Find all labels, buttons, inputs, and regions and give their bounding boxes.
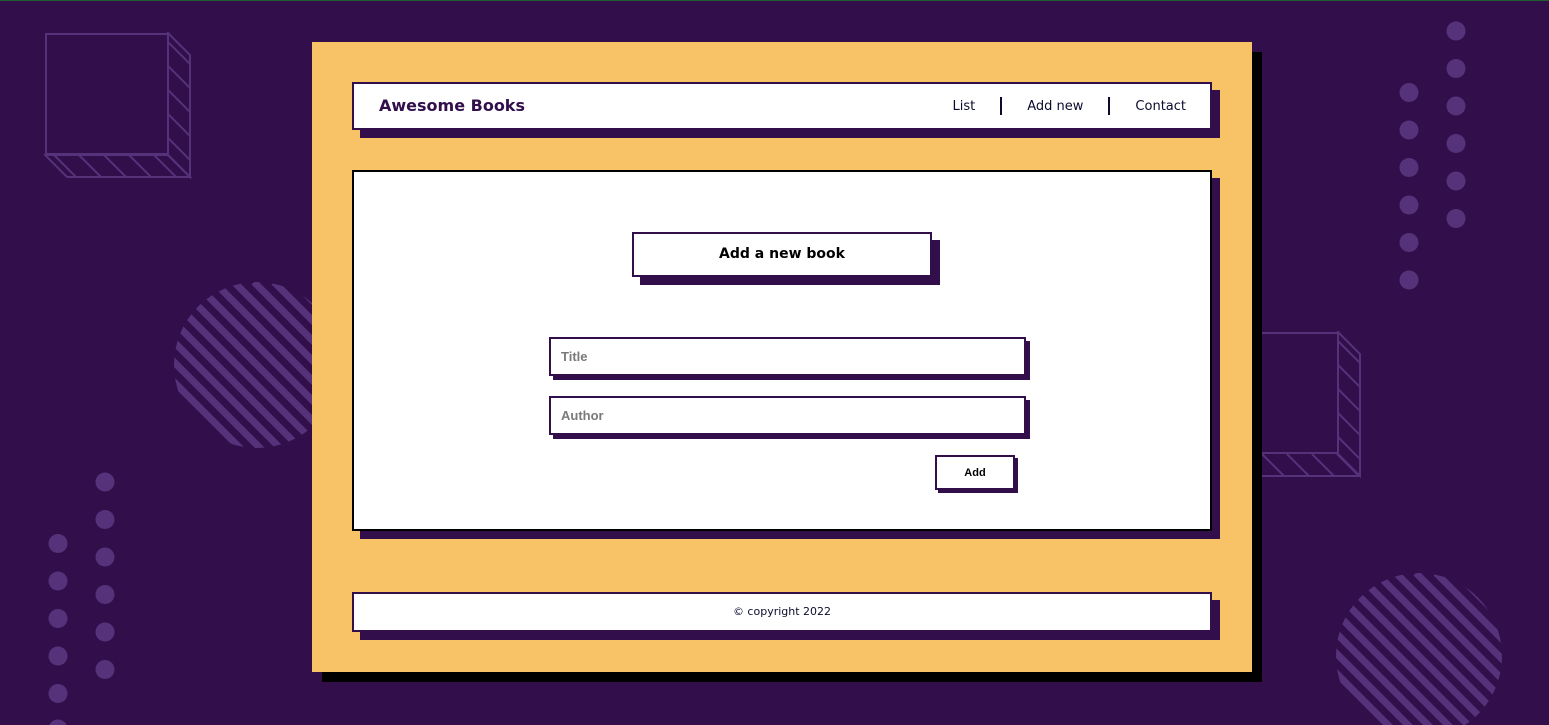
nav-link-contact[interactable]: Contact	[1135, 99, 1186, 114]
author-input[interactable]	[549, 396, 1026, 435]
footer: © copyright 2022	[352, 592, 1212, 632]
nav-link-add-new[interactable]: Add new	[1027, 99, 1083, 114]
nav-divider	[1108, 97, 1111, 115]
copyright-text: © copyright 2022	[732, 605, 832, 618]
striped-circle-decoration-bottom-right	[1336, 573, 1506, 725]
navbar: Awesome Books List Add new Contact	[352, 82, 1212, 130]
nav-link-list[interactable]: List	[953, 99, 976, 114]
dot-grid-decoration-top-right	[1398, 20, 1468, 295]
nav-divider	[1000, 97, 1003, 115]
section-heading: Add a new book	[632, 232, 932, 277]
brand-logo[interactable]: Awesome Books	[379, 84, 525, 128]
title-input[interactable]	[549, 337, 1026, 376]
nav-links: List Add new Contact	[953, 84, 1186, 128]
add-book-section: Add a new book Add	[352, 170, 1212, 531]
cube-outline-decoration-top-left	[44, 32, 192, 180]
dot-grid-decoration-bottom-left	[47, 471, 117, 725]
app-card: Awesome Books List Add new Contact Add a…	[312, 42, 1252, 672]
window-top-edge	[0, 0, 1549, 1]
add-button[interactable]: Add	[935, 455, 1015, 490]
